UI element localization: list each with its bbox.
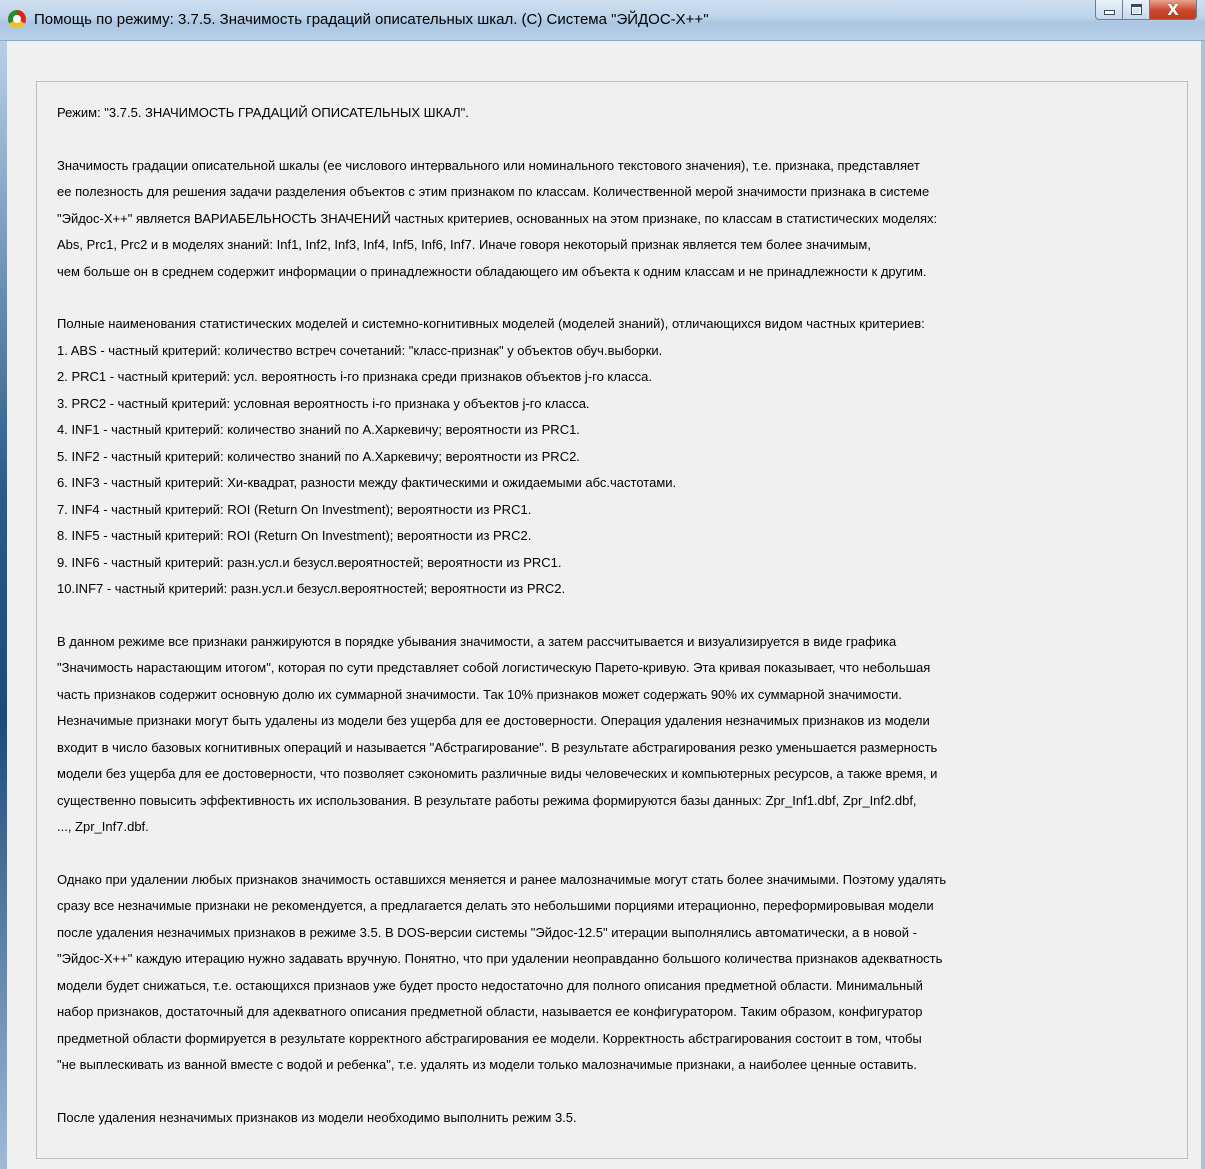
model-item: 10.INF7 - частный критерий: разн.усл.и б…	[57, 581, 566, 596]
minimize-button[interactable]	[1095, 0, 1123, 20]
maximize-icon	[1130, 4, 1142, 15]
model-item: 1. ABS - частный критерий: количество вс…	[57, 342, 663, 358]
close-icon: X	[1167, 0, 1179, 19]
model-item: 9. INF6 - частный критерий: разн.усл.и б…	[57, 554, 562, 570]
minimize-icon	[1103, 10, 1115, 15]
help-text: Режим: "3.7.5. ЗНАЧИМОСТЬ ГРАДАЦИЙ ОПИСА…	[57, 100, 1172, 1131]
mode-title: Режим: "3.7.5. ЗНАЧИМОСТЬ ГРАДАЦИЙ ОПИСА…	[57, 105, 469, 120]
model-item: 3. PRC2 - частный критерий: условная вер…	[57, 395, 590, 411]
maximize-button[interactable]	[1123, 0, 1150, 20]
paragraph-ranking: В данном режиме все признаки ранжируются…	[57, 633, 938, 835]
model-item: 5. INF2 - частный критерий: количество з…	[57, 448, 580, 464]
model-item: 7. INF4 - частный критерий: ROI (Return …	[57, 501, 532, 517]
window-frame-right	[1201, 41, 1205, 1169]
model-item: 2. PRC1 - частный критерий: усл. вероятн…	[57, 369, 652, 384]
help-window: Помощь по режиму: 3.7.5. Значимость град…	[0, 0, 1205, 1169]
model-item: 4. INF1 - частный критерий: количество з…	[57, 422, 580, 437]
paragraph-final-note: После удаления незначимых признаков из м…	[57, 1109, 577, 1125]
help-text-panel: Режим: "3.7.5. ЗНАЧИМОСТЬ ГРАДАЦИЙ ОПИСА…	[36, 81, 1188, 1159]
models-intro: Полные наименования статистических модел…	[57, 316, 925, 331]
model-item: 6. INF3 - частный критерий: Хи-квадрат, …	[57, 475, 677, 490]
model-item: 8. INF5 - частный критерий: ROI (Return …	[57, 528, 532, 543]
app-icon[interactable]	[8, 10, 26, 28]
close-button[interactable]: X	[1150, 0, 1197, 20]
title-bar[interactable]: Помощь по режиму: 3.7.5. Значимость град…	[0, 0, 1205, 41]
window-frame-left	[0, 41, 7, 1169]
window-title: Помощь по режиму: 3.7.5. Значимость град…	[34, 11, 709, 28]
window-controls: X	[1095, 0, 1197, 20]
paragraph-significance: Значимость градации описательной шкалы (…	[57, 157, 938, 279]
paragraph-abstraction: Однако при удалении любых признаков знач…	[57, 871, 947, 1073]
